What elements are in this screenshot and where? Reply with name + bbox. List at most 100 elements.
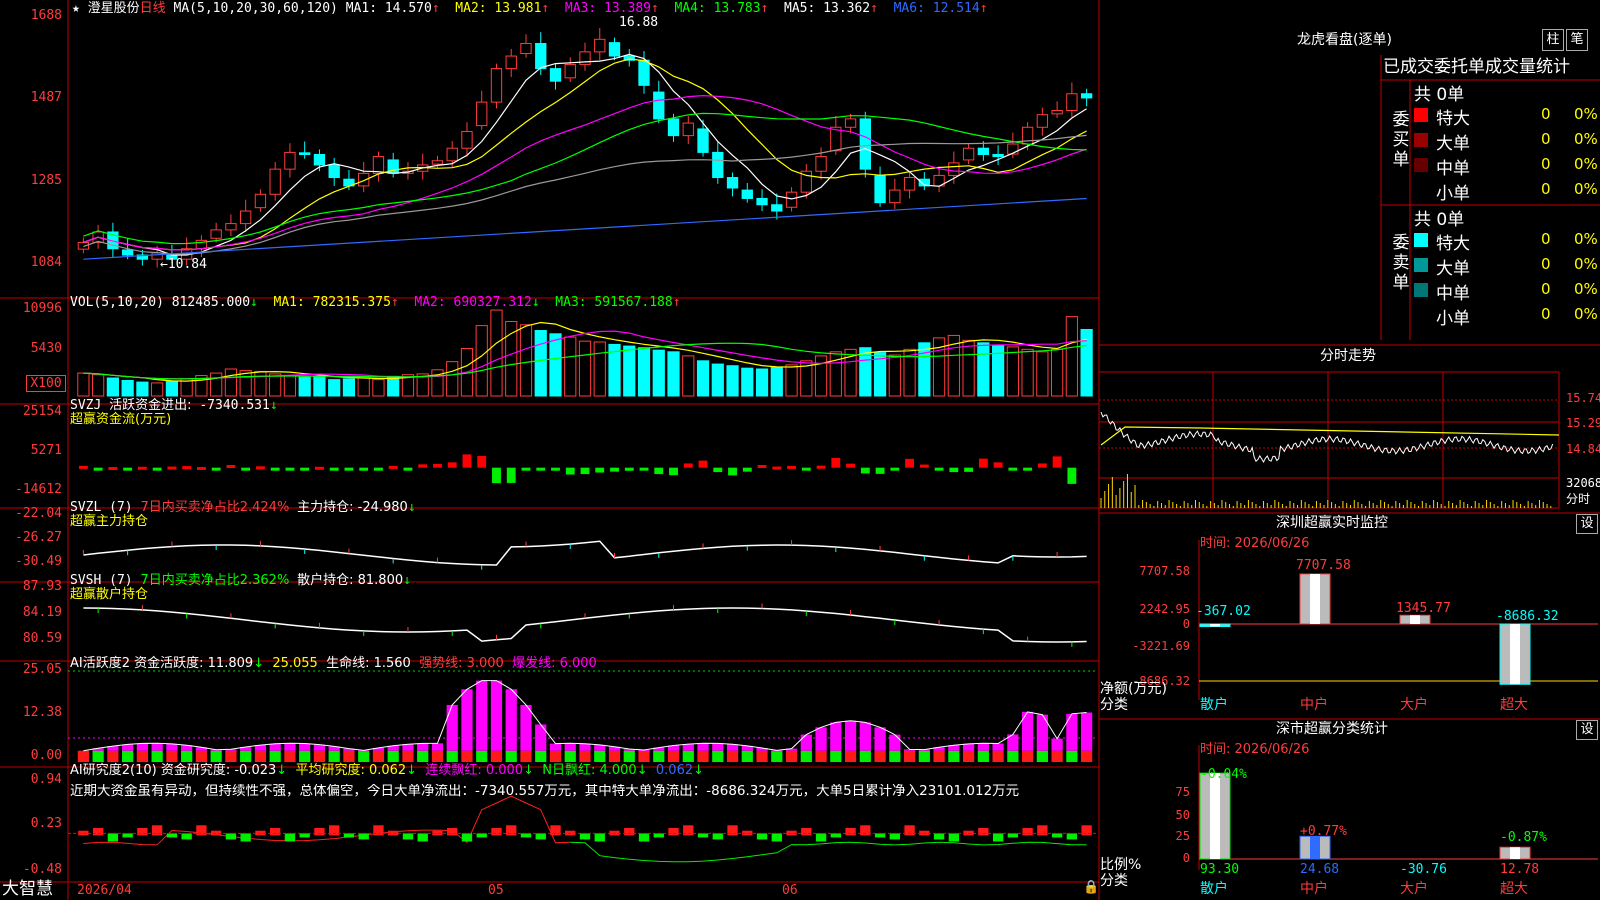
- lock-icon[interactable]: 🔒: [1083, 880, 1099, 895]
- ai2-v1: -0.023: [234, 763, 277, 778]
- ai2-v5: 0.062: [655, 763, 694, 778]
- candle: [121, 249, 134, 256]
- intraday-price-line: [1100, 411, 1554, 464]
- app-brand[interactable]: 大智慧: [2, 880, 53, 899]
- order-total: 共 0单: [1414, 210, 1465, 230]
- candle: [269, 168, 281, 195]
- cls-ratio-label: 比例%: [1100, 857, 1142, 873]
- flow-bar: [108, 467, 118, 471]
- buy-side-label: 委买单: [1392, 110, 1410, 170]
- sz-net-bar-highlight: [1310, 574, 1320, 624]
- flow-bar: [1052, 456, 1062, 468]
- sz-net-value: 7707.58: [1296, 558, 1351, 573]
- vol-unit-button[interactable]: X100: [26, 375, 66, 392]
- volume-bar: [1065, 316, 1078, 397]
- flow-bar: [1023, 467, 1033, 471]
- candle: [741, 189, 753, 199]
- count-toggle-button[interactable]: 笔: [1566, 29, 1588, 51]
- active-base-bar: [948, 750, 960, 762]
- active-base-bar: [181, 750, 193, 762]
- order-count: 0: [1541, 105, 1551, 123]
- y-tick: 0.94: [30, 772, 62, 787]
- candle: [372, 156, 385, 174]
- legend-swatch: [1414, 283, 1428, 297]
- research-bar: [756, 833, 768, 840]
- sell-side-label: 委卖单: [1392, 233, 1410, 293]
- flow-bar: [993, 462, 1003, 468]
- flow-bar: [167, 466, 177, 470]
- ai2-v3: 连续飘红: 0.000: [425, 763, 524, 778]
- volume-bar: [682, 355, 695, 397]
- research-bar: [712, 833, 723, 840]
- intraday-vol: 32068: [1566, 476, 1600, 490]
- y-tick: 84.19: [22, 605, 62, 620]
- column-toggle-button[interactable]: 柱: [1542, 29, 1564, 51]
- volume-bar: [667, 351, 680, 397]
- cls-value: 93.30: [1200, 862, 1240, 877]
- y-tick: 5271: [30, 443, 62, 458]
- candle: [446, 147, 458, 162]
- y-tick: 87.93: [22, 579, 62, 594]
- order-count: 0: [1541, 280, 1551, 298]
- active-bar: [874, 727, 886, 751]
- sz-settings-button[interactable]: 设: [1576, 514, 1598, 534]
- active-bar: [284, 743, 296, 751]
- candle: [328, 164, 340, 179]
- active-base-bar: [136, 750, 148, 762]
- flow-bar: [1037, 463, 1047, 468]
- active-base-bar: [210, 750, 222, 762]
- active-bar: [682, 744, 694, 751]
- cls-settings-button[interactable]: 设: [1576, 720, 1598, 740]
- volume-bar: [549, 333, 562, 397]
- star-icon[interactable]: ★: [72, 1, 80, 16]
- sz-category: 散户: [1200, 697, 1228, 713]
- research-bar: [815, 833, 827, 842]
- research-bar: [845, 828, 856, 836]
- vol-ma1: MA1: 782315.375: [273, 295, 391, 310]
- active-base-bar: [535, 750, 547, 762]
- active-base-bar: [1081, 750, 1093, 762]
- svsh-hold: 散户持仓: 81.800: [297, 573, 404, 588]
- research-bar: [579, 833, 591, 840]
- research-bar: [447, 828, 458, 836]
- flow-bar: [536, 467, 546, 471]
- research-bar: [225, 833, 237, 840]
- y-tick: -22.04: [15, 506, 62, 521]
- active-base-bar: [1066, 750, 1078, 762]
- period-label[interactable]: 日线: [140, 1, 166, 16]
- flow-bar: [418, 464, 428, 468]
- volume-bar: [829, 351, 842, 397]
- order-count: 0: [1541, 130, 1551, 148]
- flow-bar: [846, 463, 855, 468]
- ma2-line: [83, 58, 1087, 251]
- flow-bar: [639, 467, 649, 471]
- active-bar: [962, 743, 975, 751]
- candle: [874, 175, 886, 204]
- research-bar: [314, 828, 325, 836]
- candle: [535, 42, 547, 70]
- active-bar: [1066, 713, 1078, 751]
- active-base-bar: [903, 750, 916, 762]
- active-base-bar: [476, 750, 488, 762]
- candle: [520, 42, 532, 55]
- sz-category: 大户: [1400, 697, 1428, 713]
- legend-swatch: [1414, 308, 1428, 322]
- ai1-v5: 爆发线: 6.000: [512, 656, 597, 671]
- active-bar: [151, 743, 163, 751]
- active-base-bar: [92, 750, 104, 762]
- active-bar: [1051, 738, 1063, 751]
- vol-value: 812485.000: [171, 295, 251, 310]
- date-may: 05: [488, 883, 504, 898]
- active-base-bar: [579, 750, 591, 762]
- active-base-bar: [830, 750, 842, 762]
- candle: [667, 118, 680, 137]
- flow-bar: [359, 467, 369, 471]
- active-base-bar: [313, 750, 326, 762]
- svzj-name: 活跃资金进出:: [109, 398, 192, 413]
- y-tick: -14612: [15, 482, 62, 497]
- volume-bar: [918, 342, 931, 397]
- research-bar: [801, 828, 812, 836]
- active-bar: [1036, 714, 1048, 751]
- flow-bar: [285, 467, 295, 471]
- volume-bar: [962, 339, 975, 397]
